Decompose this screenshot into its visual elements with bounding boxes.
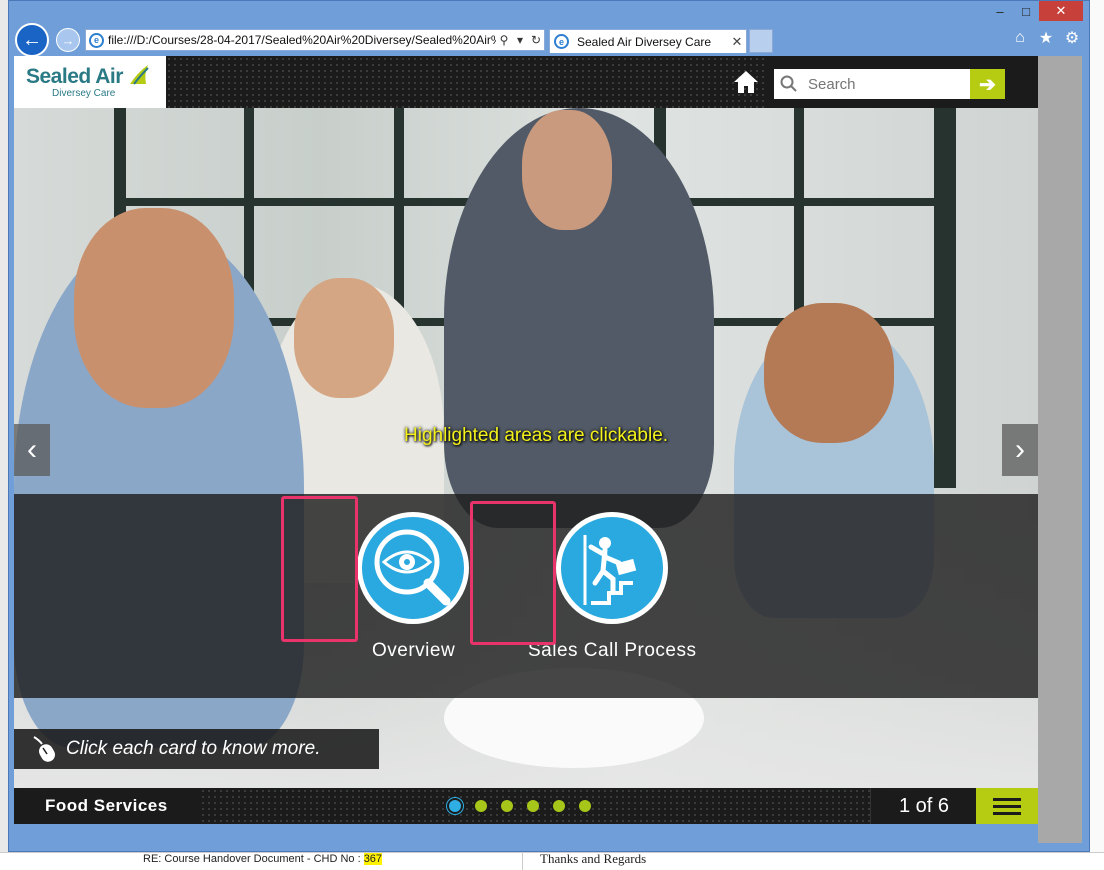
background-mail-strip: RE: Course Handover Document - CHD No : … <box>0 851 1104 870</box>
settings-gear-icon[interactable]: ⚙ <box>1063 29 1081 47</box>
window-frame <box>934 108 956 488</box>
close-window-button[interactable]: ✕ <box>1039 1 1083 21</box>
hamburger-icon-line <box>993 804 1021 808</box>
chevron-right-icon: › <box>1015 433 1025 466</box>
person-climbing-stairs-icon <box>583 535 637 605</box>
progress-dot[interactable] <box>475 800 487 812</box>
search-icon <box>780 75 797 92</box>
favorites-star-icon[interactable]: ★ <box>1037 29 1055 47</box>
logo-swoosh-icon <box>130 65 149 85</box>
course-header: Sealed Air Diversey Care ➔ <box>14 56 1038 108</box>
refresh-icon[interactable]: ↻ <box>528 33 544 47</box>
tab-ie-icon: e <box>554 34 569 49</box>
eye-magnifier-icon <box>374 529 451 606</box>
search-input[interactable] <box>806 74 970 94</box>
progress-dot[interactable] <box>579 800 591 812</box>
course-player: Sealed Air Diversey Care ➔ <box>14 56 1038 824</box>
tab-title: Sealed Air Diversey Care <box>577 34 712 49</box>
chevron-left-icon: ‹ <box>27 433 37 466</box>
pane-divider <box>522 853 523 870</box>
progress-dot[interactable] <box>553 800 565 812</box>
new-tab-button[interactable] <box>749 29 773 53</box>
instruction-banner: Click each card to know more. <box>14 729 379 769</box>
hamburger-icon-line <box>993 797 1021 801</box>
arrow-right-icon: ➔ <box>979 73 996 96</box>
maximize-button[interactable]: □ <box>1013 1 1039 21</box>
section-title: Food Services <box>45 796 168 815</box>
next-slide-button[interactable]: › <box>1002 424 1038 476</box>
course-search[interactable] <box>774 69 970 99</box>
progress-dot[interactable] <box>501 800 513 812</box>
woman-left-face <box>294 278 394 398</box>
overview-hotspot[interactable] <box>281 496 358 642</box>
course-home-icon[interactable] <box>732 68 760 96</box>
woman-right-face <box>764 303 894 443</box>
minimize-button[interactable]: – <box>987 1 1013 21</box>
dropdown-arrow-icon[interactable]: ▾ <box>512 33 528 47</box>
previous-slide-button[interactable]: ‹ <box>14 424 50 476</box>
sealed-air-logo: Sealed Air Diversey Care <box>14 56 166 108</box>
logo-sub-text: Diversey Care <box>52 87 116 99</box>
back-button[interactable]: ← <box>15 23 49 57</box>
search-dropdown-icon[interactable]: ⚲ <box>496 33 512 47</box>
window-controls: – □ ✕ <box>987 1 1083 21</box>
search-submit-button[interactable]: ➔ <box>970 69 1005 99</box>
page-indicator: 1 of 6 <box>870 788 977 824</box>
mail-body-fragment: Thanks and Regards <box>540 851 647 866</box>
overview-label[interactable]: Overview <box>372 640 455 662</box>
progress-dot-current[interactable] <box>449 800 461 812</box>
address-text[interactable]: file:///D:/Courses/28-04-2017/Sealed%20A… <box>108 33 496 47</box>
waiter-face <box>522 110 612 230</box>
clickable-hint: Highlighted areas are clickable. <box>404 425 669 446</box>
overview-card[interactable] <box>357 512 469 624</box>
mail-subject-number: 367 <box>363 853 383 865</box>
mouse-click-icon <box>33 736 55 762</box>
address-bar[interactable]: e file:///D:/Courses/28-04-2017/Sealed%2… <box>85 29 545 51</box>
man-left-face <box>74 208 234 408</box>
tab-close-icon[interactable]: ✕ <box>728 34 746 50</box>
viewport-gutter <box>1038 56 1082 843</box>
page-progress-dots <box>449 800 591 812</box>
hamburger-icon-line <box>993 811 1021 815</box>
mail-subject: RE: Course Handover Document - CHD No : … <box>143 853 383 865</box>
browser-toolbar: ⌂ ★ ⚙ <box>1011 29 1081 47</box>
progress-dot[interactable] <box>527 800 539 812</box>
sales-call-process-card[interactable] <box>556 512 668 624</box>
back-arrow-icon: ← <box>22 28 42 51</box>
course-footer: Food Services 1 of 6 <box>14 788 1038 824</box>
sales-call-process-hotspot[interactable] <box>470 501 556 645</box>
header-pattern <box>166 56 766 108</box>
instruction-text: Click each card to know more. <box>66 738 321 759</box>
browser-tab[interactable]: e Sealed Air Diversey Care ✕ <box>549 29 747 53</box>
forward-button[interactable]: → <box>56 28 80 52</box>
ie-page-icon: e <box>89 32 104 48</box>
forward-arrow-icon: → <box>61 32 75 48</box>
browser-window: – □ ✕ ← → e file:///D:/Courses/28-04-201… <box>8 0 1090 852</box>
home-icon[interactable]: ⌂ <box>1011 29 1029 47</box>
menu-button[interactable] <box>976 788 1038 824</box>
